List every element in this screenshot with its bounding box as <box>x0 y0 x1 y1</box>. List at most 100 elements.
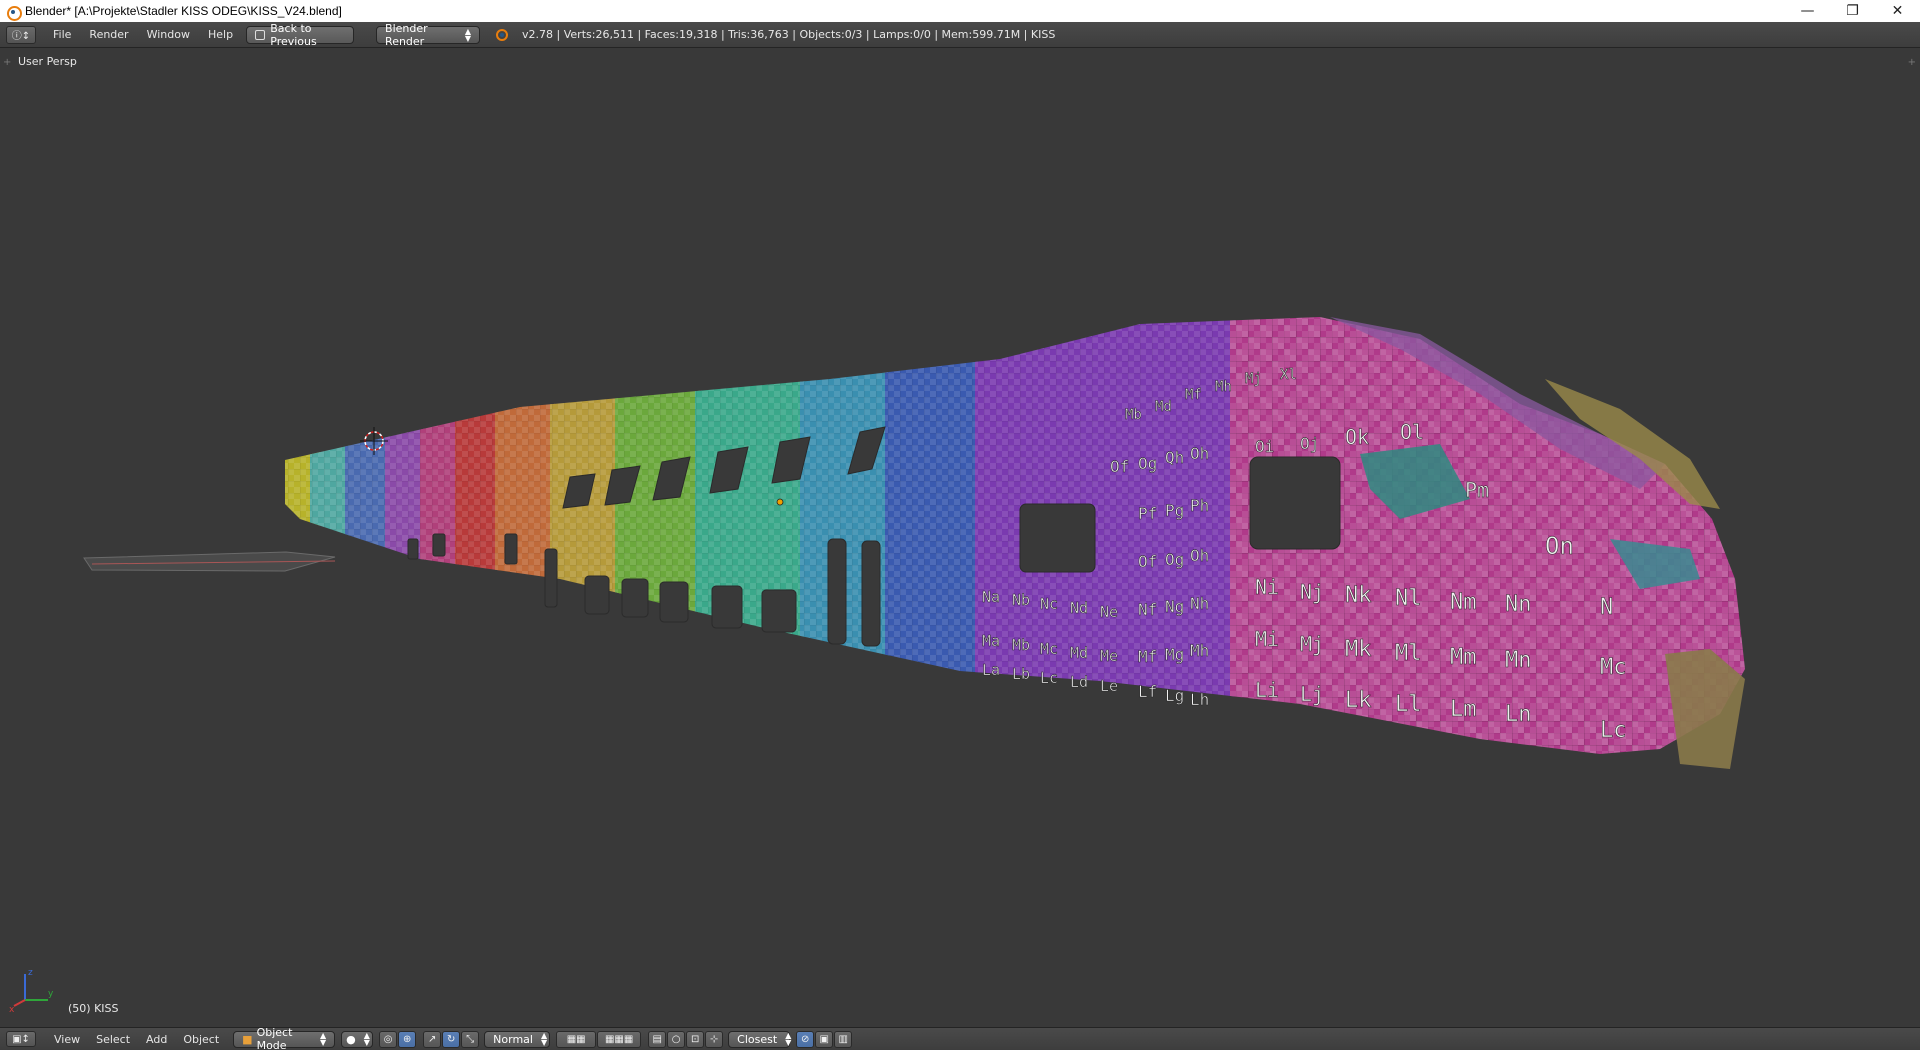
active-object-label: (50) KISS <box>68 1002 119 1015</box>
close-button[interactable]: ✕ <box>1875 0 1920 22</box>
pivot-group: ◎ ⊕ <box>379 1030 417 1048</box>
menu-select[interactable]: Select <box>88 1033 138 1046</box>
transform-orientation-dropdown[interactable]: Normal ▲ ▼ <box>484 1030 551 1048</box>
right-region-toggle-icon[interactable]: + <box>1908 57 1916 68</box>
svg-text:Le: Le <box>1100 677 1118 695</box>
view3d-icon: ▣↕ <box>12 1033 30 1045</box>
svg-text:Lc: Lc <box>1600 718 1627 743</box>
svg-text:Mj: Mj <box>1245 371 1262 387</box>
editor-type-selector-3d[interactable]: ▣↕ <box>6 1031 36 1047</box>
menu-view[interactable]: View <box>46 1033 88 1046</box>
svg-text:Mj: Mj <box>1300 632 1324 656</box>
chevron-updown-icon: ▲ ▼ <box>785 1031 792 1047</box>
svg-text:Lj: Lj <box>1300 682 1324 706</box>
snap-target-label: Closest <box>737 1032 778 1046</box>
svg-text:Mm: Mm <box>1450 645 1477 670</box>
svg-text:Ol: Ol <box>1400 420 1424 444</box>
chevron-updown-icon: ▲ ▼ <box>540 1031 548 1047</box>
train-mesh[interactable] <box>280 299 1750 769</box>
view-name-label: User Persp <box>18 55 77 68</box>
viewport-shading-dropdown[interactable]: ● ▲ ▼ <box>341 1030 374 1048</box>
svg-text:Ph: Ph <box>1190 496 1209 515</box>
menu-object[interactable]: Object <box>175 1033 227 1046</box>
window-titlebar: Blender* [A:\Projekte\Stadler KISS ODEG\… <box>0 0 1920 22</box>
menu-help[interactable]: Help <box>199 22 242 48</box>
svg-text:Lm: Lm <box>1450 697 1477 722</box>
svg-text:Nm: Nm <box>1450 590 1477 615</box>
info-header: ⓘ↕ File Render Window Help Back to Previ… <box>0 22 1920 48</box>
proportional-edit-icon[interactable]: ○ <box>667 1030 686 1048</box>
minimize-button[interactable]: — <box>1785 0 1830 22</box>
interaction-mode-label: Object Mode <box>256 1026 293 1050</box>
svg-text:Lg: Lg <box>1165 686 1184 705</box>
svg-text:Mb: Mb <box>1125 407 1142 423</box>
snap-target-dropdown[interactable]: Closest ▲ ▼ <box>728 1030 792 1048</box>
svg-text:Na: Na <box>982 588 1000 606</box>
svg-text:Qh: Qh <box>1165 448 1184 467</box>
menu-add[interactable]: Add <box>138 1033 175 1046</box>
left-region-toggle-icon[interactable]: + <box>3 57 11 68</box>
rotate-icon[interactable]: ↻ <box>442 1030 461 1048</box>
svg-text:Ok: Ok <box>1345 425 1369 449</box>
3d-viewport[interactable]: Ni Nj Nk Nl Nm Nn Mi Mj Mk Ml Mm Mn Li L… <box>0 49 1920 1027</box>
svg-text:Oi: Oi <box>1255 437 1274 456</box>
svg-text:Ll: Ll <box>1395 692 1422 717</box>
editor-type-selector[interactable]: ⓘ↕ <box>6 25 36 44</box>
snap-element-icon[interactable]: ⊹ <box>705 1030 724 1048</box>
window-title: Blender* [A:\Projekte\Stadler KISS ODEG\… <box>25 4 342 18</box>
layers-group: ▦▦ ▦▦▦ <box>556 1030 642 1048</box>
svg-text:z: z <box>28 968 33 978</box>
svg-text:N: N <box>1600 595 1613 620</box>
back-to-previous-button[interactable]: Back to Previous <box>246 22 355 48</box>
solid-shading-icon: ● <box>346 1032 356 1046</box>
lock-layers-icon[interactable]: ▤ <box>648 1030 667 1048</box>
opengl-animation-icon[interactable]: ▥ <box>834 1030 853 1048</box>
layers-block-2-icon[interactable]: ▦▦▦ <box>597 1030 642 1048</box>
window-controls: — ❐ ✕ <box>1785 0 1920 22</box>
svg-text:Nd: Nd <box>1070 599 1088 617</box>
render-group: ⊘ ▣ ▥ <box>796 1030 853 1048</box>
screen-back-icon <box>255 29 266 40</box>
svg-text:Oj: Oj <box>1300 434 1319 453</box>
manipulator-toggle-icon[interactable]: ⊕ <box>398 1030 417 1048</box>
render-engine-dropdown[interactable]: Blender Render ▲ ▼ <box>376 22 481 48</box>
svg-text:Lh: Lh <box>1190 690 1209 709</box>
transform-orientation-label: Normal <box>493 1032 533 1046</box>
menu-render[interactable]: Render <box>80 22 137 48</box>
menu-window[interactable]: Window <box>138 22 199 48</box>
svg-text:Mc: Mc <box>1040 640 1058 658</box>
blender-version-icon <box>496 28 509 41</box>
translate-icon[interactable]: ↗ <box>423 1030 442 1048</box>
align-rotation-icon[interactable]: ⊘ <box>796 1030 815 1048</box>
svg-text:Of: Of <box>1110 457 1129 476</box>
svg-text:Mc: Mc <box>1600 655 1627 680</box>
3d-view-header: ▣↕ View Select Add Object ■ Object Mode … <box>0 1026 1920 1050</box>
opengl-render-icon[interactable]: ▣ <box>815 1030 834 1048</box>
svg-text:Lb: Lb <box>1012 665 1030 683</box>
svg-text:Nc: Nc <box>1040 595 1058 613</box>
layers-block-1-icon[interactable]: ▦▦ <box>556 1030 597 1048</box>
svg-text:Og: Og <box>1165 550 1184 569</box>
svg-text:Og: Og <box>1138 454 1157 473</box>
svg-text:Mg: Mg <box>1165 645 1184 664</box>
viewport-scene[interactable]: Ni Nj Nk Nl Nm Nn Mi Mj Mk Ml Mm Mn Li L… <box>0 49 1920 1027</box>
axis-gizmo: z y x <box>9 968 54 1015</box>
snap-toggle-icon[interactable]: ⊡ <box>686 1030 705 1048</box>
pivot-point-icon[interactable]: ◎ <box>379 1030 398 1048</box>
svg-text:Pm: Pm <box>1465 478 1489 502</box>
interaction-mode-dropdown[interactable]: ■ Object Mode ▲ ▼ <box>233 1026 336 1050</box>
menu-file[interactable]: File <box>44 22 80 48</box>
svg-text:Mn: Mn <box>1505 648 1532 673</box>
svg-text:Mi: Mi <box>1255 627 1279 651</box>
maximize-button[interactable]: ❐ <box>1830 0 1875 22</box>
scale-icon[interactable]: ⤡ <box>461 1030 480 1048</box>
svg-text:Mf: Mf <box>1185 387 1202 403</box>
svg-text:Lk: Lk <box>1345 688 1372 713</box>
svg-text:Ng: Ng <box>1165 597 1184 616</box>
svg-text:Mh: Mh <box>1215 379 1232 395</box>
svg-text:Mh: Mh <box>1190 641 1209 660</box>
object-mode-icon: ■ <box>242 1032 253 1046</box>
chevron-updown-icon: ▲ ▼ <box>464 26 472 43</box>
svg-text:Lf: Lf <box>1138 682 1157 701</box>
svg-text:Nk: Nk <box>1345 583 1372 608</box>
